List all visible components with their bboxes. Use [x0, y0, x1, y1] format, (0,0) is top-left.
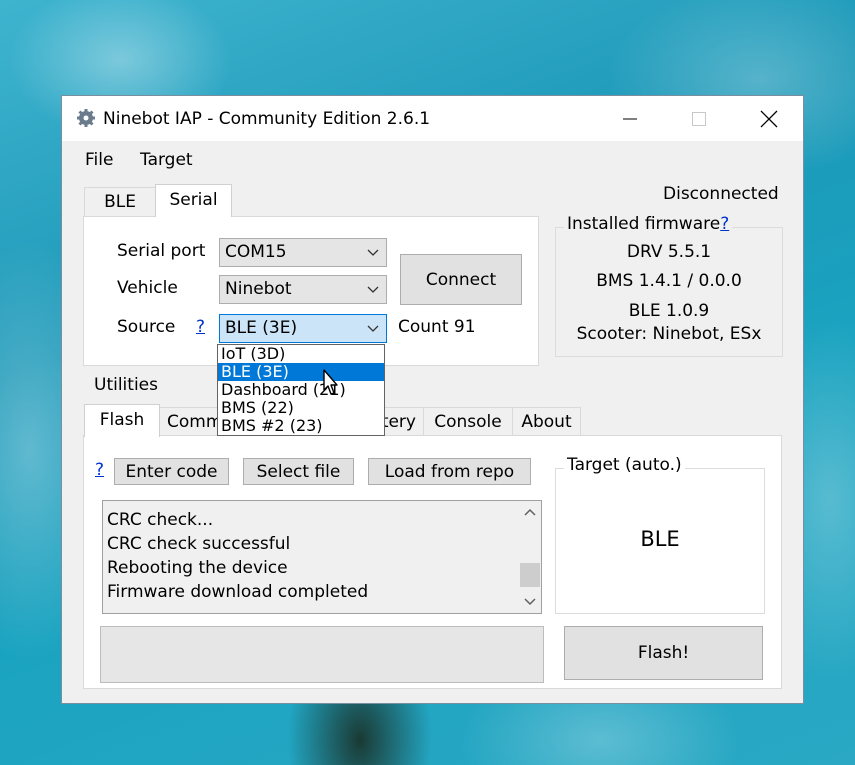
scroll-down-icon[interactable]: [524, 595, 536, 607]
chevron-down-icon: [367, 249, 379, 256]
installed-firmware-group: Installed firmware? DRV 5.5.1 BMS 1.4.1 …: [555, 214, 783, 357]
target-group-title: Target (auto.): [564, 455, 685, 475]
select-file-button[interactable]: Select file: [243, 458, 354, 485]
load-from-repo-button[interactable]: Load from repo: [368, 458, 531, 485]
source-label: Source: [117, 317, 176, 337]
log-line: Firmware download completed: [107, 582, 369, 602]
flash-panel: ? Enter code Select file Load from repo …: [83, 435, 782, 689]
tab-ble[interactable]: BLE: [84, 187, 156, 216]
tab-console[interactable]: Console: [423, 407, 513, 436]
dropdown-option-dashboard[interactable]: Dashboard (21): [218, 381, 384, 399]
app-window: Ninebot IAP - Community Edition 2.6.1 Fi…: [61, 95, 804, 704]
source-select[interactable]: BLE (3E): [219, 314, 387, 343]
firmware-help-link[interactable]: ?: [720, 214, 729, 234]
log-scrollbar[interactable]: [519, 501, 541, 613]
firmware-scooter: Scooter: Ninebot, ESx: [576, 324, 762, 344]
firmware-group-title: Installed firmware?: [564, 214, 733, 234]
mouse-pointer-icon: [323, 369, 338, 395]
close-icon: [760, 110, 778, 127]
target-group: Target (auto.) BLE: [555, 455, 765, 614]
progress-bar: [100, 626, 544, 683]
close-button[interactable]: [746, 96, 792, 141]
gear-icon: [77, 109, 95, 127]
dropdown-option-bms2[interactable]: BMS #2 (23): [218, 417, 384, 435]
window-title: Ninebot IAP - Community Edition 2.6.1: [103, 109, 431, 129]
minimize-button[interactable]: [607, 96, 653, 141]
tab-serial[interactable]: Serial: [155, 184, 232, 217]
source-help-link[interactable]: ?: [196, 317, 205, 337]
menu-bar: File Target: [62, 141, 803, 179]
dropdown-option-ble[interactable]: BLE (3E): [218, 363, 384, 381]
chevron-down-icon: [367, 286, 379, 293]
menu-file[interactable]: File: [85, 150, 113, 170]
firmware-ble: BLE 1.0.9: [628, 301, 710, 321]
flash-help-link[interactable]: ?: [95, 460, 104, 480]
target-value: BLE: [640, 527, 680, 551]
minimize-icon: [623, 118, 637, 119]
flash-button[interactable]: Flash!: [564, 626, 763, 680]
enter-code-button[interactable]: Enter code: [114, 458, 229, 485]
log-line: CRC check...: [107, 510, 214, 530]
chevron-down-icon: [367, 325, 379, 332]
dropdown-option-iot[interactable]: IoT (3D): [218, 345, 384, 363]
vehicle-label: Vehicle: [117, 278, 178, 298]
source-dropdown-list[interactable]: IoT (3D) BLE (3E) Dashboard (21) BMS (22…: [217, 344, 385, 436]
firmware-drv: DRV 5.5.1: [626, 242, 712, 262]
serial-port-label: Serial port: [117, 241, 206, 261]
vehicle-select[interactable]: Ninebot: [219, 275, 387, 304]
log-line: Rebooting the device: [107, 558, 288, 578]
serial-port-select[interactable]: COM15: [219, 238, 387, 267]
menu-target[interactable]: Target: [140, 150, 193, 170]
log-output[interactable]: CRC check... CRC check successful Reboot…: [102, 500, 542, 614]
log-line: CRC check successful: [107, 534, 291, 554]
utilities-label: Utilities: [94, 375, 158, 395]
connect-button[interactable]: Connect: [400, 254, 522, 305]
scroll-up-icon[interactable]: [524, 507, 536, 519]
count-text: Count 91: [398, 317, 476, 337]
dropdown-option-bms[interactable]: BMS (22): [218, 399, 384, 417]
title-bar[interactable]: Ninebot IAP - Community Edition 2.6.1: [62, 96, 803, 141]
firmware-bms: BMS 1.4.1 / 0.0.0: [596, 271, 742, 291]
maximize-icon: [692, 111, 706, 126]
tab-flash[interactable]: Flash: [84, 404, 160, 437]
scroll-thumb[interactable]: [520, 563, 540, 587]
tab-about[interactable]: About: [512, 407, 581, 436]
connection-status: Disconnected: [663, 184, 779, 204]
maximize-button[interactable]: [676, 96, 722, 141]
